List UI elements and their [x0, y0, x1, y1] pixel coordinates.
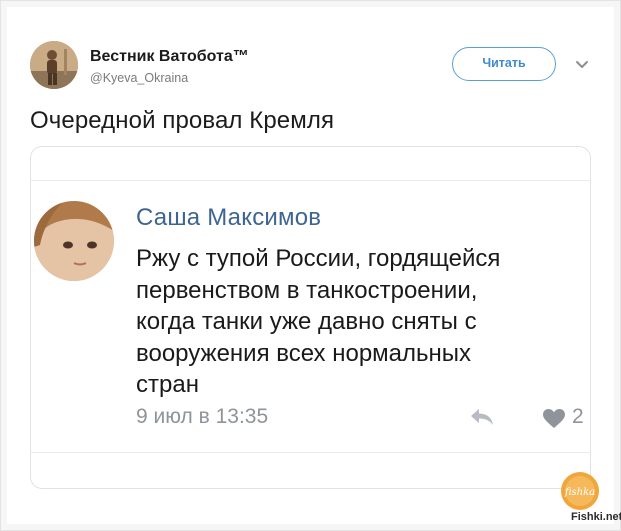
account-handle[interactable]: @Kyeva_Okraina: [90, 71, 188, 85]
card-divider-bottom: [30, 452, 591, 453]
post-line: вооружения всех нормальных: [136, 339, 472, 367]
watermark-site: Fishki.net: [571, 511, 621, 523]
account-name[interactable]: Вестник Ватобота™: [90, 48, 249, 66]
share-icon[interactable]: [468, 406, 496, 428]
post-text: Ржу с тупой России, гордящейся первенств…: [136, 243, 566, 401]
card-divider-top: [30, 180, 591, 181]
post-line: Ржу с тупой России, гордящейся: [136, 245, 501, 272]
fishki-logo-icon: fishka: [560, 471, 600, 511]
post-line: первенством в танкостроении,: [136, 276, 478, 304]
tweet-text: Очередной провал Кремля: [30, 107, 335, 134]
post-author-name[interactable]: Саша Максимов: [136, 204, 321, 232]
post-line: стран: [136, 371, 199, 398]
post-line: когда танки уже давно сняты с: [136, 308, 477, 335]
post-author-avatar[interactable]: [34, 201, 114, 281]
profile-avatar[interactable]: [30, 41, 78, 89]
follow-button[interactable]: Читать: [452, 47, 556, 81]
svg-text:fishka: fishka: [564, 487, 595, 498]
post-date[interactable]: 9 июл в 13:35: [136, 405, 268, 429]
heart-icon[interactable]: [542, 408, 566, 429]
like-count: 2: [572, 405, 584, 428]
chevron-down-icon[interactable]: [574, 58, 590, 70]
